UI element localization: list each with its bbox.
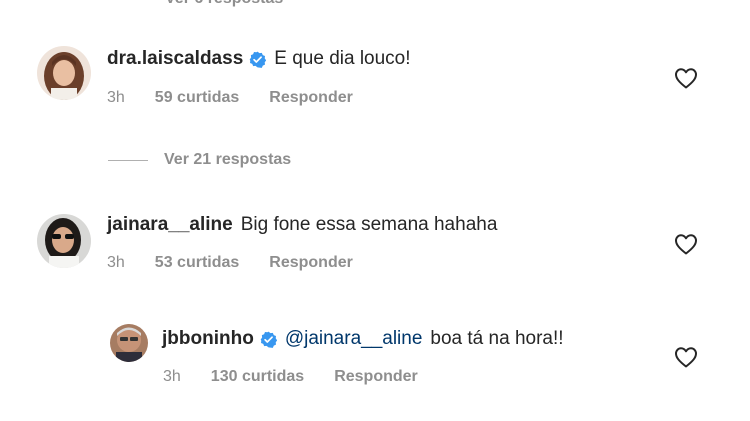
replies-divider: [108, 159, 148, 161]
verified-badge-icon: [260, 331, 277, 348]
avatar[interactable]: [110, 324, 148, 362]
mention-link[interactable]: @jainara__aline: [285, 328, 423, 350]
heart-outline-icon[interactable]: [674, 67, 698, 89]
comment-username[interactable]: jbboninho: [162, 328, 254, 350]
reply-button[interactable]: Responder: [269, 254, 353, 272]
comment-text: Big fone essa semana hahaha: [240, 214, 498, 235]
comment-time: 3h: [107, 89, 125, 106]
heart-outline-icon[interactable]: [674, 233, 698, 255]
comment-text: E que dia louco!: [274, 48, 411, 69]
avatar[interactable]: [37, 46, 91, 100]
comment-likes[interactable]: 130 curtidas: [211, 368, 304, 386]
reply-button[interactable]: Responder: [269, 89, 353, 107]
see-replies-link-top[interactable]: Ver 6 respostas: [165, 0, 283, 8]
verified-badge-icon: [249, 51, 267, 68]
comment-time: 3h: [163, 368, 181, 385]
comment-username[interactable]: dra.laiscaldass: [107, 48, 243, 70]
reply-button[interactable]: Responder: [334, 368, 418, 386]
see-replies-link[interactable]: Ver 21 respostas: [164, 151, 291, 169]
comment-username[interactable]: jainara__aline: [107, 214, 233, 236]
comment-likes[interactable]: 59 curtidas: [155, 89, 239, 107]
avatar[interactable]: [37, 214, 91, 268]
comment-text: boa tá na hora!!: [430, 328, 564, 349]
heart-outline-icon[interactable]: [674, 346, 698, 368]
comment-likes[interactable]: 53 curtidas: [155, 254, 239, 272]
comment-time: 3h: [107, 254, 125, 271]
